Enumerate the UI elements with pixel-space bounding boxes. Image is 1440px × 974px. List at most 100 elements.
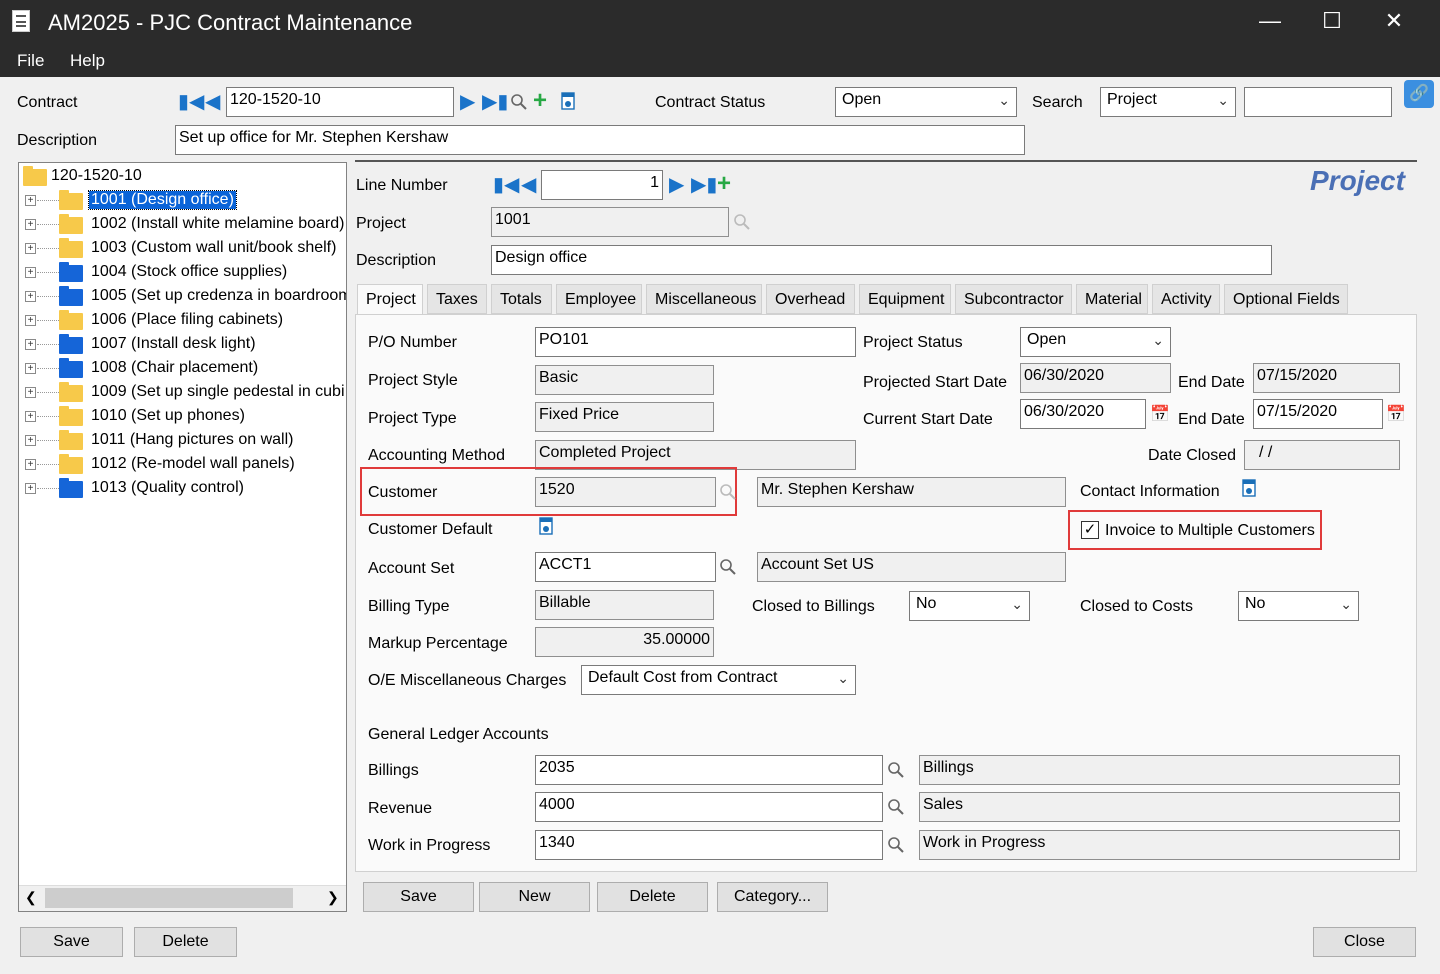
last-contract-icon[interactable]: ▶▮ xyxy=(482,92,508,112)
contract-status-select[interactable]: Open ⌄ xyxy=(835,87,1017,117)
tab-overhead[interactable]: Overhead xyxy=(766,284,855,314)
tab-employee[interactable]: Employee xyxy=(556,284,642,314)
oe-misc-select[interactable]: Default Cost from Contract ⌄ xyxy=(581,665,856,695)
billings-input[interactable]: 2035 xyxy=(535,755,883,785)
date-closed-input[interactable]: / / xyxy=(1244,440,1400,470)
menu-help[interactable]: Help xyxy=(70,51,105,71)
search-by-select[interactable]: Project ⌄ xyxy=(1100,87,1236,117)
tab-activity[interactable]: Activity xyxy=(1152,284,1220,314)
contact-info-icon[interactable] xyxy=(1242,479,1256,502)
accounting-method-input[interactable]: Completed Project xyxy=(535,440,856,470)
project-input[interactable]: 1001 xyxy=(491,207,729,237)
customer-name-input[interactable]: Mr. Stephen Kershaw xyxy=(757,477,1066,507)
tree-item[interactable]: +1002 (Install white melamine board) xyxy=(19,213,346,237)
link-icon[interactable]: 🔗 xyxy=(1404,80,1434,108)
tree-item[interactable]: +1008 (Chair placement) xyxy=(19,357,346,381)
wip-finder-icon[interactable] xyxy=(887,836,905,859)
add-contract-icon[interactable]: + xyxy=(533,89,547,113)
expand-icon[interactable]: + xyxy=(25,363,36,374)
markup-input[interactable]: 35.00000 xyxy=(535,627,714,657)
contract-info-icon[interactable] xyxy=(561,92,575,115)
tab-optional-fields[interactable]: Optional Fields xyxy=(1224,284,1348,314)
project-status-select[interactable]: Open ⌄ xyxy=(1020,327,1171,357)
project-tree[interactable]: 120-1520-10 +1001 (Design office) +1002 (… xyxy=(18,162,347,912)
close-window-button[interactable]: ✕ xyxy=(1374,6,1414,36)
calendar-icon[interactable]: 📅 xyxy=(1150,404,1170,424)
search-input[interactable] xyxy=(1244,87,1392,117)
tree-item[interactable]: +1011 (Hang pictures on wall) xyxy=(19,429,346,453)
expand-icon[interactable]: + xyxy=(25,459,36,470)
po-number-input[interactable]: PO101 xyxy=(535,327,856,357)
revenue-input[interactable]: 4000 xyxy=(535,792,883,822)
tab-project[interactable]: Project xyxy=(357,284,423,316)
save-button[interactable]: Save xyxy=(20,927,123,957)
customer-finder-icon[interactable] xyxy=(719,483,737,506)
expand-icon[interactable]: + xyxy=(25,291,36,302)
account-set-input[interactable]: ACCT1 xyxy=(535,552,716,582)
tree-item[interactable]: +1009 (Set up single pedestal in cubi xyxy=(19,381,346,405)
contract-input[interactable]: 120-1520-10 xyxy=(226,87,454,117)
tree-root[interactable]: 120-1520-10 xyxy=(19,165,339,189)
current-start-input[interactable]: 06/30/2020 xyxy=(1020,399,1146,429)
maximize-button[interactable]: ☐ xyxy=(1312,6,1352,36)
tree-horizontal-scrollbar[interactable]: ❮ ❯ xyxy=(19,885,346,911)
revenue-desc-input[interactable]: Sales xyxy=(919,792,1400,822)
expand-icon[interactable]: + xyxy=(25,195,36,206)
account-set-desc-input[interactable]: Account Set US xyxy=(757,552,1066,582)
tree-item[interactable]: +1007 (Install desk light) xyxy=(19,333,346,357)
account-set-finder-icon[interactable] xyxy=(719,558,737,581)
tab-equipment[interactable]: Equipment xyxy=(859,284,951,314)
closed-costs-select[interactable]: No ⌄ xyxy=(1238,591,1359,621)
tree-item[interactable]: +1013 (Quality control) xyxy=(19,477,346,501)
first-contract-icon[interactable]: ▮◀ xyxy=(178,92,204,112)
add-line-icon[interactable]: + xyxy=(717,172,731,196)
minimize-button[interactable]: — xyxy=(1250,6,1290,36)
customer-default-icon[interactable] xyxy=(539,517,553,540)
scroll-left-arrow[interactable]: ❮ xyxy=(25,889,37,906)
projected-end-input[interactable]: 07/15/2020 xyxy=(1253,363,1400,393)
tree-item[interactable]: +1004 (Stock office supplies) xyxy=(19,261,346,285)
first-line-icon[interactable]: ▮◀ xyxy=(493,175,519,195)
customer-input[interactable]: 1520 xyxy=(535,477,716,507)
contract-finder-icon[interactable] xyxy=(510,93,528,116)
invoice-multi-checkbox[interactable]: ✓ xyxy=(1081,521,1099,539)
line-number-input[interactable]: 1 xyxy=(541,170,663,200)
closed-billings-select[interactable]: No ⌄ xyxy=(909,591,1030,621)
expand-icon[interactable]: + xyxy=(25,243,36,254)
tree-item[interactable]: +1003 (Custom wall unit/book shelf) xyxy=(19,237,346,261)
project-style-input[interactable]: Basic xyxy=(535,365,714,395)
tab-material[interactable]: Material xyxy=(1076,284,1148,314)
tree-item[interactable]: +1006 (Place filing cabinets) xyxy=(19,309,346,333)
project-type-input[interactable]: Fixed Price xyxy=(535,402,714,432)
description-input[interactable]: Set up office for Mr. Stephen Kershaw xyxy=(175,125,1025,155)
prev-line-icon[interactable]: ◀ xyxy=(521,175,536,195)
close-button[interactable]: Close xyxy=(1313,927,1416,957)
menu-file[interactable]: File xyxy=(17,51,44,71)
expand-icon[interactable]: + xyxy=(25,339,36,350)
billings-finder-icon[interactable] xyxy=(887,761,905,784)
tab-subcontractor[interactable]: Subcontractor xyxy=(955,284,1072,314)
projected-start-input[interactable]: 06/30/2020 xyxy=(1020,363,1171,393)
delete-line-button[interactable]: Delete xyxy=(597,882,708,912)
tree-item[interactable]: +1005 (Set up credenza in boardroom xyxy=(19,285,346,309)
category-button[interactable]: Category... xyxy=(717,882,828,912)
line-description-input[interactable]: Design office xyxy=(491,245,1272,275)
next-line-icon[interactable]: ▶ xyxy=(669,175,684,195)
expand-icon[interactable]: + xyxy=(25,435,36,446)
wip-input[interactable]: 1340 xyxy=(535,830,883,860)
next-contract-icon[interactable]: ▶ xyxy=(460,92,475,112)
wip-desc-input[interactable]: Work in Progress xyxy=(919,830,1400,860)
expand-icon[interactable]: + xyxy=(25,411,36,422)
billing-type-input[interactable]: Billable xyxy=(535,590,714,620)
scroll-right-arrow[interactable]: ❯ xyxy=(327,889,339,906)
expand-icon[interactable]: + xyxy=(25,315,36,326)
expand-icon[interactable]: + xyxy=(25,483,36,494)
expand-icon[interactable]: + xyxy=(25,267,36,278)
prev-contract-icon[interactable]: ◀ xyxy=(205,92,220,112)
calendar-icon[interactable]: 📅 xyxy=(1386,404,1406,424)
tree-item[interactable]: +1010 (Set up phones) xyxy=(19,405,346,429)
new-line-button[interactable]: New xyxy=(479,882,590,912)
expand-icon[interactable]: + xyxy=(25,219,36,230)
expand-icon[interactable]: + xyxy=(25,387,36,398)
tab-totals[interactable]: Totals xyxy=(491,284,552,314)
